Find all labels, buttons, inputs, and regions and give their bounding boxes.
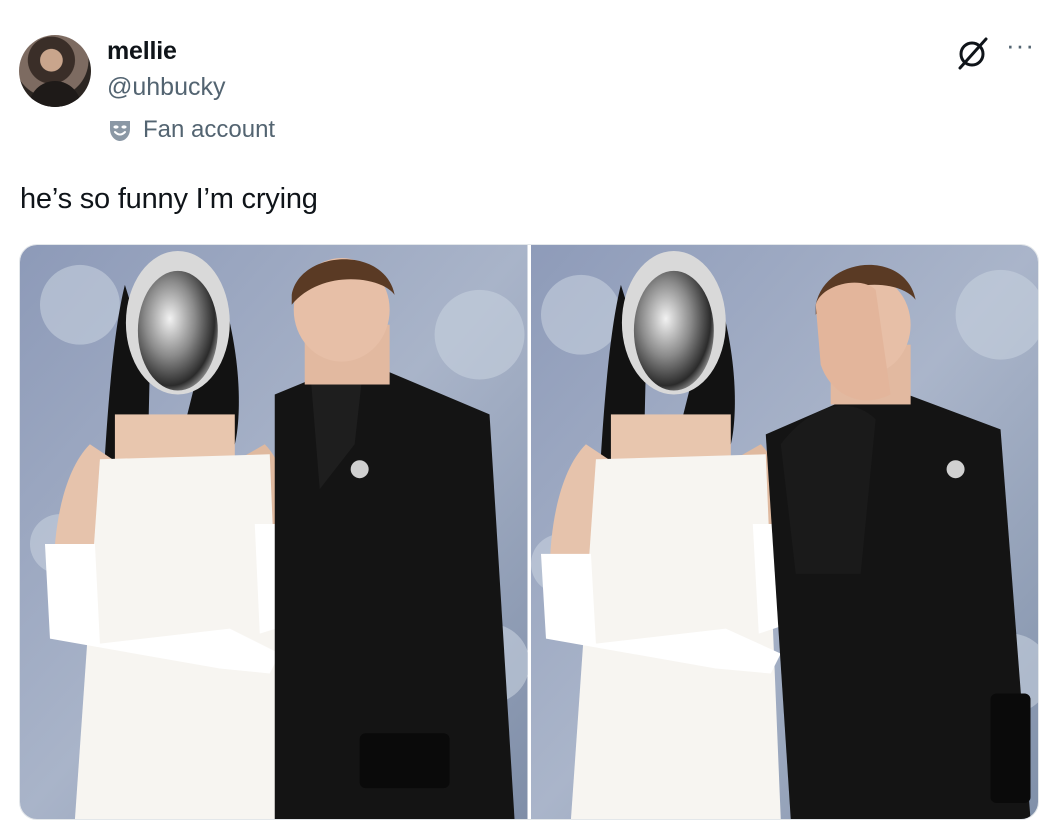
grok-icon[interactable] — [955, 35, 991, 71]
avatar[interactable] — [19, 35, 91, 107]
photo-man-covering-face[interactable] — [530, 245, 1038, 819]
more-icon[interactable]: ··· — [1006, 32, 1035, 58]
display-name[interactable]: mellie — [107, 37, 177, 66]
tweet-text: he’s so funny I’m crying — [20, 183, 318, 215]
media-grid[interactable] — [19, 244, 1039, 820]
theater-mask-icon — [110, 121, 130, 141]
photo-couple-facing-camera[interactable] — [20, 245, 528, 819]
user-handle[interactable]: @uhbucky — [107, 73, 226, 102]
affiliation-badge[interactable]: Fan account — [107, 116, 275, 144]
affiliation-label: Fan account — [143, 116, 276, 143]
